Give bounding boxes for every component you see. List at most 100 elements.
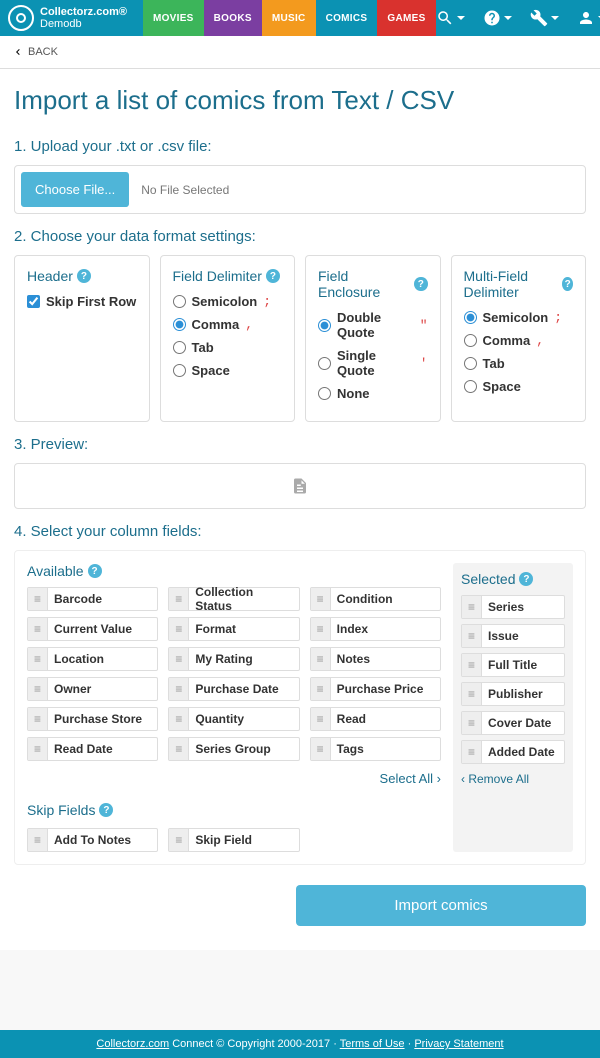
nav-tab-games[interactable]: GAMES <box>377 0 435 36</box>
field-read-date[interactable]: ≡Read Date <box>27 737 158 761</box>
drag-handle-icon: ≡ <box>28 588 48 610</box>
preview-box <box>14 463 586 509</box>
field-notes[interactable]: ≡Notes <box>310 647 441 671</box>
opt-space[interactable]: Space <box>464 379 574 394</box>
drag-handle-icon: ≡ <box>311 618 331 640</box>
field-added-date[interactable]: ≡Added Date <box>461 740 565 764</box>
card-header: Header? Skip First Row <box>14 255 150 422</box>
help-icon[interactable]: ? <box>519 572 533 586</box>
field-current-value[interactable]: ≡Current Value <box>27 617 158 641</box>
step2-heading: 2. Choose your data format settings: <box>14 228 586 245</box>
footer-brand-link[interactable]: Collectorz.com <box>96 1038 169 1050</box>
drag-handle-icon: ≡ <box>462 683 482 705</box>
field-barcode[interactable]: ≡Barcode <box>27 587 158 611</box>
field-my-rating[interactable]: ≡My Rating <box>168 647 299 671</box>
drag-handle-icon: ≡ <box>462 625 482 647</box>
upload-box: Choose File... No File Selected <box>14 165 586 214</box>
field-collection-status[interactable]: ≡Collection Status <box>168 587 299 611</box>
field-purchase-price[interactable]: ≡Purchase Price <box>310 677 441 701</box>
help-icon[interactable] <box>483 9 512 27</box>
drag-handle-icon: ≡ <box>311 588 331 610</box>
field-skip-field[interactable]: ≡Skip Field <box>168 828 299 852</box>
opt-space[interactable]: Space <box>173 363 283 378</box>
opt-semicolon[interactable]: Semicolon ; <box>464 310 574 325</box>
field-full-title[interactable]: ≡Full Title <box>461 653 565 677</box>
brand-logo[interactable]: Collectorz.com® Demodb <box>8 5 127 31</box>
field-index[interactable]: ≡Index <box>310 617 441 641</box>
drag-handle-icon: ≡ <box>462 712 482 734</box>
chevron-left-icon <box>12 46 24 58</box>
back-button[interactable]: BACK <box>0 36 600 69</box>
drag-handle-icon: ≡ <box>28 708 48 730</box>
opt-none[interactable]: None <box>318 386 428 401</box>
help-icon[interactable]: ? <box>88 564 102 578</box>
step1-heading: 1. Upload your .txt or .csv file: <box>14 138 586 155</box>
drag-handle-icon: ≡ <box>169 588 189 610</box>
opt-comma[interactable]: Comma , <box>464 333 574 348</box>
field-condition[interactable]: ≡Condition <box>310 587 441 611</box>
drag-handle-icon: ≡ <box>311 738 331 760</box>
field-owner[interactable]: ≡Owner <box>27 677 158 701</box>
topbar: Collectorz.com® Demodb MOVIESBOOKSMUSICC… <box>0 0 600 36</box>
nav-tab-music[interactable]: MUSIC <box>262 0 316 36</box>
brand-text: Collectorz.com® Demodb <box>40 6 127 30</box>
field-quantity[interactable]: ≡Quantity <box>168 707 299 731</box>
drag-handle-icon: ≡ <box>462 654 482 676</box>
choose-file-button[interactable]: Choose File... <box>21 172 129 207</box>
drag-handle-icon: ≡ <box>28 829 48 851</box>
nav-tabs: MOVIESBOOKSMUSICCOMICSGAMES <box>143 0 436 36</box>
step4-heading: 4. Select your column fields: <box>14 523 586 540</box>
opt-double-quote[interactable]: Double Quote " <box>318 310 428 340</box>
nav-tab-books[interactable]: BOOKS <box>204 0 262 36</box>
field-issue[interactable]: ≡Issue <box>461 624 565 648</box>
help-icon[interactable]: ? <box>266 269 280 283</box>
field-cover-date[interactable]: ≡Cover Date <box>461 711 565 735</box>
help-icon[interactable]: ? <box>77 269 91 283</box>
logo-icon <box>8 5 34 31</box>
drag-handle-icon: ≡ <box>169 678 189 700</box>
columns-wrapper: Available? ≡Barcode≡Collection Status≡Co… <box>14 550 586 865</box>
select-all-link[interactable]: Select All › <box>27 771 441 786</box>
opt-single-quote[interactable]: Single Quote ' <box>318 348 428 378</box>
opt-comma[interactable]: Comma , <box>173 317 283 332</box>
page-body: Import a list of comics from Text / CSV … <box>0 69 600 950</box>
drag-handle-icon: ≡ <box>462 596 482 618</box>
field-format[interactable]: ≡Format <box>168 617 299 641</box>
wrench-icon[interactable] <box>530 9 559 27</box>
field-add-to-notes[interactable]: ≡Add To Notes <box>27 828 158 852</box>
help-icon[interactable]: ? <box>99 803 113 817</box>
drag-handle-icon: ≡ <box>311 708 331 730</box>
search-icon[interactable] <box>436 9 465 27</box>
import-button[interactable]: Import comics <box>296 885 586 926</box>
field-location[interactable]: ≡Location <box>27 647 158 671</box>
drag-handle-icon: ≡ <box>169 708 189 730</box>
help-icon[interactable]: ? <box>414 277 427 291</box>
opt-semicolon[interactable]: Semicolon ; <box>173 294 283 309</box>
user-icon[interactable] <box>577 9 600 27</box>
footer-privacy-link[interactable]: Privacy Statement <box>414 1038 503 1050</box>
footer: Collectorz.com Connect © Copyright 2000-… <box>0 1030 600 1058</box>
opt-skip-first-row[interactable]: Skip First Row <box>27 294 137 309</box>
drag-handle-icon: ≡ <box>28 738 48 760</box>
opt-tab[interactable]: Tab <box>173 340 283 355</box>
drag-handle-icon: ≡ <box>169 648 189 670</box>
nav-tab-movies[interactable]: MOVIES <box>143 0 204 36</box>
field-read[interactable]: ≡Read <box>310 707 441 731</box>
drag-handle-icon: ≡ <box>28 678 48 700</box>
help-icon[interactable]: ? <box>562 277 573 291</box>
field-series[interactable]: ≡Series <box>461 595 565 619</box>
chevron-right-icon: › <box>437 771 441 786</box>
field-publisher[interactable]: ≡Publisher <box>461 682 565 706</box>
opt-tab[interactable]: Tab <box>464 356 574 371</box>
drag-handle-icon: ≡ <box>28 618 48 640</box>
drag-handle-icon: ≡ <box>28 648 48 670</box>
field-series-group[interactable]: ≡Series Group <box>168 737 299 761</box>
field-tags[interactable]: ≡Tags <box>310 737 441 761</box>
drag-handle-icon: ≡ <box>169 829 189 851</box>
remove-all-link[interactable]: ‹ Remove All <box>461 772 565 786</box>
field-purchase-store[interactable]: ≡Purchase Store <box>27 707 158 731</box>
field-purchase-date[interactable]: ≡Purchase Date <box>168 677 299 701</box>
footer-terms-link[interactable]: Terms of Use <box>340 1038 405 1050</box>
nav-tab-comics[interactable]: COMICS <box>316 0 378 36</box>
card-multifield-delimiter: Multi-Field Delimiter? Semicolon ;Comma … <box>451 255 587 422</box>
